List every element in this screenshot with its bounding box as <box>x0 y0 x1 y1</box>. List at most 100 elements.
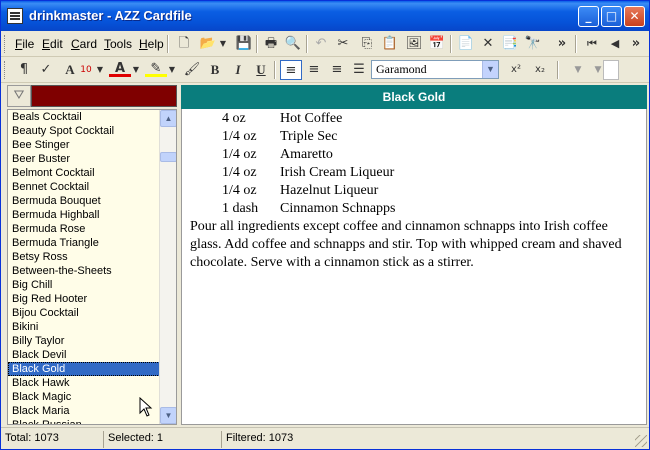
status-filtered: Filtered: 1073 <box>221 431 631 448</box>
list-item[interactable]: Black Russian <box>8 418 160 424</box>
card-content-editor[interactable]: 4 oz Hot Coffee 1/4 oz Triple Sec 1/4 oz Amar… <box>181 109 647 425</box>
font-name-select[interactable]: Garamond ▼ <box>371 60 499 79</box>
list-item[interactable]: Black Devil <box>8 348 160 362</box>
insert-date-icon[interactable]: 📅 <box>426 34 448 54</box>
ingredient-name: Hot Coffee <box>280 111 343 126</box>
scroll-up-icon[interactable]: ▲ <box>160 110 176 127</box>
align-right-icon[interactable]: ≡ <box>326 60 348 80</box>
list-item[interactable]: Billy Taylor <box>8 334 160 348</box>
ingredient-quantity: 4 oz <box>222 111 246 126</box>
open-dropdown-icon[interactable]: ▼ <box>217 34 229 54</box>
font-color-icon[interactable]: A <box>109 60 131 77</box>
resize-grip-icon[interactable] <box>635 435 647 447</box>
previous-card-icon[interactable]: ◀ <box>604 34 626 54</box>
align-left-icon[interactable]: ≡ <box>280 60 302 80</box>
font-size-value[interactable]: 10 <box>79 60 93 80</box>
list-item[interactable]: Beals Cocktail <box>8 110 160 124</box>
subscript-button[interactable]: x₂ <box>529 60 551 80</box>
menu-tools[interactable]: Tools <box>104 37 132 51</box>
find-binoculars-icon[interactable]: 🔭 <box>522 34 544 54</box>
list-item[interactable]: Bikini <box>8 320 160 334</box>
filter-bar: ⛛ <box>7 85 177 107</box>
open-folder-icon[interactable]: 📂 <box>197 34 219 54</box>
paste-icon[interactable]: 📋 <box>379 34 401 54</box>
italic-button[interactable]: I <box>227 60 249 80</box>
list-item[interactable]: Bermuda Triangle <box>8 236 160 250</box>
menu-help[interactable]: Help <box>139 37 164 51</box>
nav-overflow-icon[interactable]: » <box>629 34 643 54</box>
list-item[interactable]: Betsy Ross <box>8 250 160 264</box>
cardfile-app-icon[interactable] <box>7 8 23 24</box>
font-name-dropdown-icon[interactable]: ▼ <box>482 61 498 78</box>
style-input[interactable] <box>603 60 619 80</box>
list-item[interactable]: Beer Buster <box>8 152 160 166</box>
card-properties-icon[interactable]: 📑 <box>499 34 521 54</box>
list-item[interactable]: Bermuda Bouquet <box>8 194 160 208</box>
print-preview-icon[interactable]: 🔍 <box>282 34 304 54</box>
toolbar-grip[interactable] <box>4 35 7 53</box>
toolbar-overflow-icon[interactable]: » <box>555 34 569 54</box>
card-title-header: Black Gold <box>181 85 647 109</box>
list-item[interactable]: Big Red Hooter <box>8 292 160 306</box>
bullet-list-icon[interactable]: ☰ <box>348 60 370 80</box>
list-item[interactable]: Belmont Cocktail <box>8 166 160 180</box>
title-bar[interactable]: drinkmaster - AZZ Cardfile _ □ ✕ <box>1 1 649 31</box>
card-list[interactable]: Beals Cocktail Beauty Spot Cocktail Bee St… <box>7 109 177 425</box>
style-dropdown-icon[interactable]: ▼ <box>567 60 589 80</box>
font-color-dropdown-icon[interactable]: ▼ <box>131 60 141 80</box>
cut-icon[interactable]: ✂ <box>332 34 354 54</box>
highlight-icon[interactable]: ✎ <box>145 60 167 77</box>
filter-funnel-icon[interactable]: ⛛ <box>7 85 31 107</box>
align-center-icon[interactable]: ≡ <box>303 60 325 80</box>
print-icon[interactable]: 🖶 <box>260 34 282 54</box>
list-item[interactable]: Bennet Cocktail <box>8 180 160 194</box>
close-button[interactable]: ✕ <box>624 6 645 27</box>
card-list-items: Beals Cocktail Beauty Spot Cocktail Bee St… <box>8 110 160 424</box>
undo-icon[interactable]: ↶ <box>310 34 332 54</box>
scroll-thumb[interactable] <box>160 152 176 162</box>
ingredient-quantity: 1/4 oz <box>222 165 257 180</box>
ingredient-row: 4 oz Hot Coffee <box>190 110 646 128</box>
font-icon[interactable]: A <box>59 60 81 80</box>
maximize-button[interactable]: □ <box>601 6 622 27</box>
list-item[interactable]: Bermuda Rose <box>8 222 160 236</box>
minimize-button[interactable]: _ <box>578 6 599 27</box>
ingredient-name: Hazelnut Liqueur <box>280 183 379 198</box>
paragraph-icon[interactable]: ¶ <box>13 60 35 80</box>
list-item[interactable]: Bee Stinger <box>8 138 160 152</box>
toolbar-grip[interactable] <box>4 61 7 79</box>
window-title: drinkmaster - AZZ Cardfile <box>29 8 192 23</box>
ingredient-quantity: 1/4 oz <box>222 129 257 144</box>
list-item[interactable]: Black Magic <box>8 390 160 404</box>
spell-check-icon[interactable]: ✓ <box>35 60 57 80</box>
delete-card-icon[interactable]: ✕ <box>477 34 499 54</box>
copy-icon[interactable]: ⎘ <box>356 34 378 54</box>
ingredient-row: 1/4 oz Irish Cream Liqueur <box>190 164 646 182</box>
list-item[interactable]: Black Gold <box>8 362 160 376</box>
list-item[interactable]: Black Maria <box>8 404 160 418</box>
highlight-dropdown-icon[interactable]: ▼ <box>167 60 177 80</box>
save-icon[interactable]: 💾 <box>233 34 255 54</box>
filter-input[interactable] <box>31 85 177 107</box>
list-item[interactable]: Beauty Spot Cocktail <box>8 124 160 138</box>
format-painter-icon[interactable]: 🖌 <box>181 60 203 80</box>
menu-card[interactable]: Card <box>71 37 97 51</box>
list-item[interactable]: Bijou Cocktail <box>8 306 160 320</box>
list-item[interactable]: Bermuda Highball <box>8 208 160 222</box>
menu-edit[interactable]: Edit <box>42 37 63 51</box>
font-size-dropdown-icon[interactable]: ▼ <box>95 60 105 80</box>
menu-file[interactable]: File <box>15 37 34 51</box>
separator <box>575 35 577 53</box>
bold-button[interactable]: B <box>204 60 226 80</box>
scroll-down-icon[interactable]: ▼ <box>160 407 176 424</box>
first-card-icon[interactable]: ⏮ <box>581 34 603 54</box>
insert-picture-icon[interactable]: 🖼 <box>403 34 425 54</box>
card-list-scrollbar[interactable]: ▲ ▼ <box>159 110 176 424</box>
new-card-copy-icon[interactable]: 📄 <box>455 34 477 54</box>
new-card-icon[interactable]: 🗋 <box>173 34 195 54</box>
superscript-button[interactable]: x² <box>505 60 527 80</box>
list-item[interactable]: Black Hawk <box>8 376 160 390</box>
list-item[interactable]: Between-the-Sheets <box>8 264 160 278</box>
list-item[interactable]: Big Chill <box>8 278 160 292</box>
underline-button[interactable]: U <box>250 60 272 80</box>
